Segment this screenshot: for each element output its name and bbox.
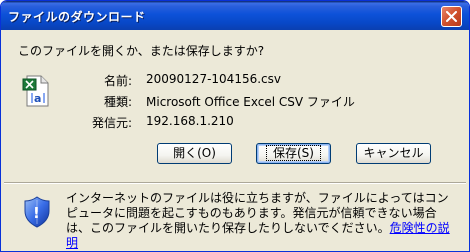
title-bar[interactable]: ファイルのダウンロード [1, 1, 469, 30]
svg-text:!: ! [33, 204, 40, 222]
warning-section: ! インターネットのファイルは役に立ちますが、ファイルによってはコンピュータに問… [4, 184, 466, 250]
type-label: 種類: [103, 95, 132, 109]
close-button[interactable] [441, 6, 462, 27]
excel-csv-icon: a [22, 75, 50, 110]
cancel-button[interactable]: キャンセル [356, 143, 431, 164]
prompt-text: このファイルを開くか、または保存しますか? [18, 44, 265, 58]
type-value: Microsoft Office Excel CSV ファイル [146, 95, 355, 109]
window-title: ファイルのダウンロード [8, 10, 146, 24]
close-icon [446, 11, 457, 22]
from-value: 192.168.1.210 [146, 114, 234, 128]
save-button-label: 保存(S) [266, 145, 321, 161]
save-button[interactable]: 保存(S) [256, 143, 331, 164]
name-label: 名前: [103, 74, 132, 88]
dialog-content: このファイルを開くか、または保存しますか? a 名前: 20090127-104… [4, 30, 466, 182]
name-value: 20090127-104156.csv [146, 72, 281, 86]
file-download-dialog: ファイルのダウンロード このファイルを開くか、または保存しますか? a 名前: … [0, 0, 470, 252]
open-button[interactable]: 開く(O) [157, 143, 232, 164]
from-label: 発信元: [91, 116, 132, 130]
svg-text:a: a [34, 92, 41, 105]
warning-text: インターネットのファイルは役に立ちますが、ファイルによってはコンピュータに問題を… [66, 191, 458, 251]
security-shield-icon: ! [23, 196, 51, 231]
